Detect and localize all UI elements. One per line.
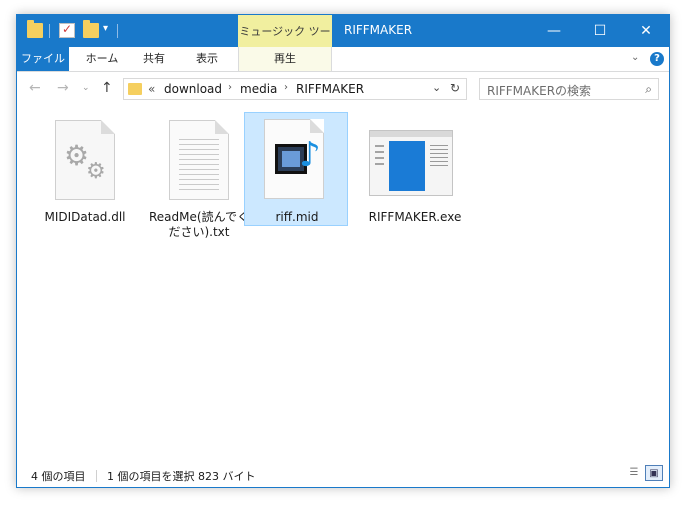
file-name: ReadMe(読んでください).txt (149, 210, 249, 239)
expand-ribbon-chevron-icon[interactable]: ⌄ (631, 52, 639, 63)
toolbar-divider (117, 24, 118, 38)
folder-icon[interactable] (27, 20, 43, 38)
status-bar: 4 個の項目 1 個の項目を選択 823 バイト ☰ ▣ (17, 457, 669, 487)
tab-file[interactable]: ファイル (17, 47, 69, 71)
midi-audio-icon: ♪ (264, 119, 324, 199)
ribbon-tab-bar: ファイル ホーム 共有 表示 再生 ⌄ ? (17, 47, 669, 72)
title-bar: ▾ ミュージック ツール RIFFMAKER — ☐ ✕ (17, 15, 669, 72)
file-name: MIDIDatad.dll (44, 210, 126, 224)
large-icons-view-icon[interactable]: ▣ (645, 465, 663, 481)
breadcrumb-overflow[interactable]: « (148, 82, 155, 96)
close-button[interactable]: ✕ (623, 15, 669, 47)
breadcrumb-media[interactable]: media (240, 82, 277, 96)
maximize-button[interactable]: ☐ (577, 15, 623, 47)
breadcrumb-riffmaker[interactable]: RIFFMAKER (296, 82, 364, 96)
status-divider (96, 470, 97, 482)
file-name: riff.mid (275, 210, 319, 224)
selection-info: 1 個の項目を選択 823 バイト (107, 470, 256, 483)
address-bar[interactable]: « download › media › RIFFMAKER ⌄ ↻ (123, 78, 467, 100)
tab-home[interactable]: ホーム (77, 47, 127, 71)
search-input[interactable]: RIFFMAKERの検索 ⌕ (479, 78, 659, 100)
breadcrumb-separator-icon[interactable]: › (228, 82, 232, 93)
window-title: RIFFMAKER (344, 23, 413, 37)
folder-icon (128, 83, 142, 95)
tab-view[interactable]: 表示 (183, 47, 231, 71)
properties-icon[interactable] (59, 22, 75, 38)
search-placeholder: RIFFMAKERの検索 (487, 84, 592, 98)
refresh-icon[interactable]: ↻ (450, 81, 460, 95)
address-dropdown-icon[interactable]: ⌄ (432, 81, 441, 94)
dll-gear-icon: ⚙ ⚙ (55, 120, 115, 200)
file-list-pane: ⚙ ⚙ MIDIDatad.dll ReadMe(読んでください).txt ♪ … (17, 106, 669, 457)
details-view-icon[interactable]: ☰ (625, 465, 643, 481)
file-item-readme-txt[interactable]: ReadMe(読んでください).txt (147, 112, 251, 239)
text-document-icon (169, 120, 229, 200)
back-arrow-icon[interactable]: ← (29, 80, 41, 96)
tab-share[interactable]: 共有 (131, 47, 177, 71)
recent-locations-chevron-icon[interactable]: ⌄ (82, 83, 90, 93)
navigation-bar: ← → ⌄ ↑ « download › media › RIFFMAKER ⌄… (17, 72, 669, 106)
forward-arrow-icon[interactable]: → (57, 80, 69, 96)
explorer-window: ▾ ミュージック ツール RIFFMAKER — ☐ ✕ ファイル ホーム 共有… (16, 14, 670, 488)
minimize-button[interactable]: — (531, 15, 577, 47)
file-name: RIFFMAKER.exe (368, 210, 462, 224)
tab-play[interactable]: 再生 (238, 47, 332, 71)
file-item-riff-mid[interactable]: ♪ riff.mid (244, 112, 348, 226)
item-count: 4 個の項目 (31, 470, 86, 483)
up-arrow-icon[interactable]: ↑ (101, 80, 113, 96)
application-exe-icon (369, 130, 453, 196)
search-icon[interactable]: ⌕ (645, 82, 652, 97)
help-icon[interactable]: ? (650, 52, 664, 66)
new-folder-icon[interactable] (83, 20, 99, 38)
file-item-midi-datad-dll[interactable]: ⚙ ⚙ MIDIDatad.dll (33, 112, 137, 226)
breadcrumb-download[interactable]: download (164, 82, 222, 96)
breadcrumb-separator-icon[interactable]: › (284, 82, 288, 93)
music-tools-context-label: ミュージック ツール (238, 15, 332, 72)
toolbar-divider (49, 24, 50, 38)
file-item-riffmaker-exe[interactable]: RIFFMAKER.exe (355, 112, 475, 226)
